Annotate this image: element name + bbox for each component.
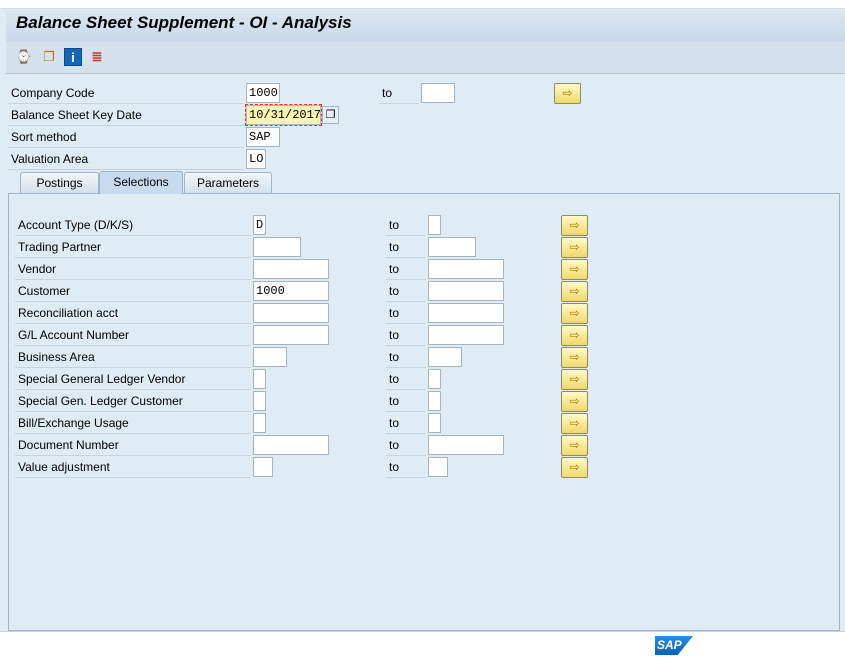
- arrow-right-icon: ⇨: [569, 218, 580, 232]
- selection-from-input[interactable]: [253, 391, 266, 411]
- selection-options-icon[interactable]: ≣: [88, 48, 106, 66]
- variant-icon[interactable]: ❐: [40, 48, 58, 66]
- tab-parameters[interactable]: Parameters: [184, 172, 272, 193]
- multiple-selection-button[interactable]: ⇨: [561, 259, 588, 280]
- selection-to-input[interactable]: [428, 435, 504, 455]
- valuation-area-label: Valuation Area: [8, 149, 244, 170]
- selection-from-input[interactable]: [253, 457, 273, 477]
- arrow-right-icon: ⇨: [562, 86, 573, 100]
- selection-label: Vendor: [15, 259, 251, 280]
- arrow-right-icon: ⇨: [569, 240, 580, 254]
- selection-from-input[interactable]: [253, 369, 266, 389]
- multiple-selection-button[interactable]: ⇨: [561, 281, 588, 302]
- arrow-right-icon: ⇨: [569, 460, 580, 474]
- multiple-selection-button[interactable]: ⇨: [561, 369, 588, 390]
- selection-to-input[interactable]: [428, 457, 448, 477]
- sort-method-label: Sort method: [8, 127, 244, 148]
- selection-to-label: to: [386, 413, 426, 434]
- selection-to-label: to: [386, 347, 426, 368]
- selection-to-input[interactable]: [428, 259, 504, 279]
- sort-method-input[interactable]: SAP: [246, 127, 280, 147]
- multiple-selection-button[interactable]: ⇨: [561, 435, 588, 456]
- selection-to-label: to: [386, 369, 426, 390]
- selection-to-label: to: [386, 281, 426, 302]
- arrow-right-icon: ⇨: [569, 262, 580, 276]
- valuation-area-input[interactable]: LO: [246, 149, 266, 169]
- key-date-label: Balance Sheet Key Date: [8, 105, 244, 126]
- multiple-selection-button[interactable]: ⇨: [561, 215, 588, 236]
- multiple-selection-button[interactable]: ⇨: [561, 413, 588, 434]
- selection-label: Document Number: [15, 435, 251, 456]
- selection-to-input[interactable]: [428, 369, 441, 389]
- tab-selections[interactable]: Selections: [99, 171, 183, 194]
- multiple-selection-button[interactable]: ⇨: [561, 237, 588, 258]
- selection-to-input[interactable]: [428, 391, 441, 411]
- key-date-input[interactable]: 10/31/2017: [245, 104, 322, 126]
- arrow-right-icon: ⇨: [569, 306, 580, 320]
- selection-to-label: to: [386, 435, 426, 456]
- calendar-icon[interactable]: ❐: [322, 106, 339, 124]
- selection-label: Special General Ledger Vendor: [15, 369, 251, 390]
- selection-from-input[interactable]: [253, 237, 301, 257]
- selection-label: Bill/Exchange Usage: [15, 413, 251, 434]
- selection-to-input[interactable]: [428, 413, 441, 433]
- arrow-right-icon: ⇨: [569, 350, 580, 364]
- selection-to-label: to: [386, 215, 426, 236]
- selection-to-input[interactable]: [428, 303, 504, 323]
- selection-label: Business Area: [15, 347, 251, 368]
- selection-to-label: to: [386, 325, 426, 346]
- tab-postings[interactable]: Postings: [20, 172, 99, 193]
- multiple-selection-button[interactable]: ⇨: [561, 303, 588, 324]
- company-code-to-label: to: [379, 83, 419, 104]
- selection-label: Value adjustment: [15, 457, 251, 478]
- arrow-right-icon: ⇨: [569, 372, 580, 386]
- selection-to-label: to: [386, 259, 426, 280]
- selection-from-input[interactable]: [253, 325, 329, 345]
- selection-to-label: to: [386, 303, 426, 324]
- selection-label: Special Gen. Ledger Customer: [15, 391, 251, 412]
- arrow-right-icon: ⇨: [569, 416, 580, 430]
- top-border: [0, 0, 845, 9]
- selection-from-input[interactable]: [253, 435, 329, 455]
- selection-from-input[interactable]: 1000: [253, 281, 329, 301]
- company-code-to-input[interactable]: [421, 83, 455, 103]
- page-title: Balance Sheet Supplement - OI - Analysis: [16, 13, 352, 32]
- selection-label: Customer: [15, 281, 251, 302]
- multiple-selection-button[interactable]: ⇨: [561, 457, 588, 478]
- selection-to-input[interactable]: [428, 237, 476, 257]
- application-toolbar: [6, 42, 845, 74]
- info-icon[interactable]: i: [64, 48, 82, 66]
- arrow-right-icon: ⇨: [569, 284, 580, 298]
- selection-from-input[interactable]: [253, 259, 329, 279]
- multiple-selection-button[interactable]: ⇨: [561, 347, 588, 368]
- selection-to-input[interactable]: [428, 325, 504, 345]
- selection-to-input[interactable]: [428, 347, 462, 367]
- selection-from-input[interactable]: [253, 413, 266, 433]
- selection-from-input[interactable]: [253, 347, 287, 367]
- selection-to-label: to: [386, 391, 426, 412]
- execute-icon[interactable]: ⌚: [15, 48, 33, 66]
- selection-label: G/L Account Number: [15, 325, 251, 346]
- multiple-selection-button[interactable]: ⇨: [561, 325, 588, 346]
- multiple-selection-button[interactable]: ⇨: [561, 391, 588, 412]
- status-bar: [0, 631, 845, 658]
- selection-label: Trading Partner: [15, 237, 251, 258]
- selection-label: Account Type (D/K/S): [15, 215, 251, 236]
- company-code-label: Company Code: [8, 83, 244, 104]
- selection-to-input[interactable]: [428, 215, 441, 235]
- selection-to-input[interactable]: [428, 281, 504, 301]
- multiple-selection-button[interactable]: ⇨: [554, 83, 581, 104]
- selection-label: Reconciliation acct: [15, 303, 251, 324]
- selection-to-label: to: [386, 237, 426, 258]
- selection-from-input[interactable]: [253, 303, 329, 323]
- company-code-input[interactable]: 1000: [246, 83, 280, 103]
- selection-from-input[interactable]: D: [253, 215, 266, 235]
- arrow-right-icon: ⇨: [569, 328, 580, 342]
- arrow-right-icon: ⇨: [569, 394, 580, 408]
- arrow-right-icon: ⇨: [569, 438, 580, 452]
- selection-to-label: to: [386, 457, 426, 478]
